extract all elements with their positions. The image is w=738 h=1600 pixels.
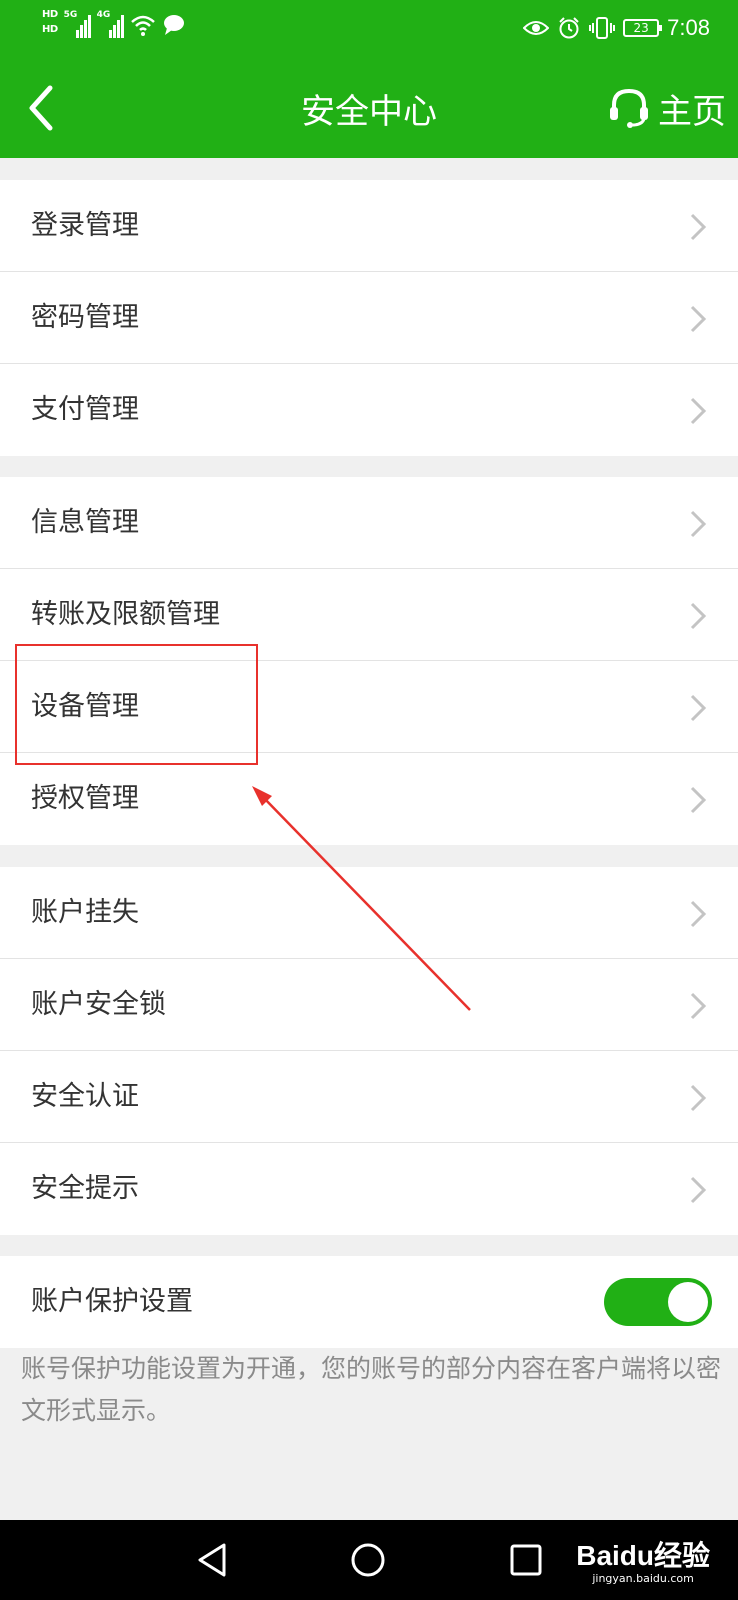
menu-item-label: 信息管理 (31, 507, 139, 538)
menu-item-label: 密码管理 (31, 302, 139, 333)
signal-icon: 4G (97, 8, 124, 38)
menu-item-label: 账户安全锁 (31, 989, 166, 1020)
message-icon (163, 15, 184, 35)
settings-group-security: 账户挂失 账户安全锁 安全认证 安全提示 (0, 867, 738, 1235)
protection-note: 账号保护功能设置为开通，您的账号的部分内容在客户端将以密文形式显示。 (21, 1354, 722, 1425)
highlight-box (15, 644, 258, 765)
watermark-logo: Baidu经验 (576, 1540, 710, 1571)
menu-item-payment-management[interactable]: 支付管理 (0, 364, 738, 456)
chevron-right-icon (690, 305, 707, 333)
chevron-right-icon (690, 213, 707, 241)
clock: 7:08 (667, 15, 710, 40)
menu-item-report-loss[interactable]: 账户挂失 (0, 867, 738, 959)
status-left: HD HD 5G 4G (42, 8, 186, 38)
alarm-icon (559, 17, 579, 39)
nav-bar: 安全中心 主页 (0, 56, 738, 158)
menu-item-security-tips[interactable]: 安全提示 (0, 1143, 738, 1235)
signal-icon: 5G (64, 8, 91, 38)
protection-toggle[interactable] (604, 1278, 712, 1326)
menu-item-label: 安全提示 (31, 1173, 139, 1204)
home-circle-icon[interactable] (350, 1542, 386, 1578)
menu-item-label: 登录管理 (31, 210, 139, 241)
chevron-right-icon (690, 1084, 707, 1112)
home-label: 主页 (658, 91, 726, 132)
menu-item-label: 安全认证 (31, 1081, 139, 1112)
settings-group-account: 登录管理 密码管理 支付管理 (0, 180, 738, 456)
battery-icon: 23 (623, 19, 663, 37)
protection-label: 账户保护设置 (31, 1286, 193, 1317)
chevron-right-icon (690, 510, 707, 538)
vibrate-icon (589, 17, 616, 39)
eye-icon (523, 21, 550, 35)
status-right: 23 7:08 (523, 10, 710, 46)
menu-item-info-management[interactable]: 信息管理 (0, 477, 738, 569)
menu-item-account-lock[interactable]: 账户安全锁 (0, 959, 738, 1051)
menu-item-label: 支付管理 (31, 394, 139, 425)
hd-badge: HD (42, 9, 58, 20)
system-nav-bar: Baidu经验 jingyan.baidu.com (0, 1520, 738, 1600)
menu-item-login-management[interactable]: 登录管理 (0, 180, 738, 272)
chevron-right-icon (690, 694, 707, 722)
status-bar: HD HD 5G 4G 23 7:08 (0, 0, 738, 56)
chevron-right-icon (690, 602, 707, 630)
home-button[interactable]: 主页 (606, 80, 726, 136)
settings-group-protection: 账户保护设置 (0, 1256, 738, 1348)
baidu-watermark: Baidu经验 jingyan.baidu.com (576, 1534, 710, 1585)
chevron-right-icon (690, 992, 707, 1020)
toggle-knob (668, 1282, 708, 1322)
back-icon[interactable] (196, 1542, 228, 1578)
recents-square-icon[interactable] (510, 1544, 542, 1576)
chevron-right-icon (690, 1176, 707, 1204)
account-protection-row: 账户保护设置 (0, 1256, 738, 1348)
menu-item-label: 账户挂失 (31, 897, 139, 928)
watermark-url: jingyan.baidu.com (592, 1572, 694, 1585)
menu-item-label: 授权管理 (31, 783, 139, 814)
wifi-icon (130, 15, 155, 36)
menu-item-security-auth[interactable]: 安全认证 (0, 1051, 738, 1143)
chevron-right-icon (690, 900, 707, 928)
chevron-right-icon (690, 786, 707, 814)
menu-item-authorization-management[interactable]: 授权管理 (0, 753, 738, 845)
headset-icon (610, 88, 648, 128)
hd-badge: HD (42, 24, 58, 35)
battery-level: 23 (633, 21, 649, 35)
chevron-right-icon (690, 397, 707, 425)
menu-item-password-management[interactable]: 密码管理 (0, 272, 738, 364)
